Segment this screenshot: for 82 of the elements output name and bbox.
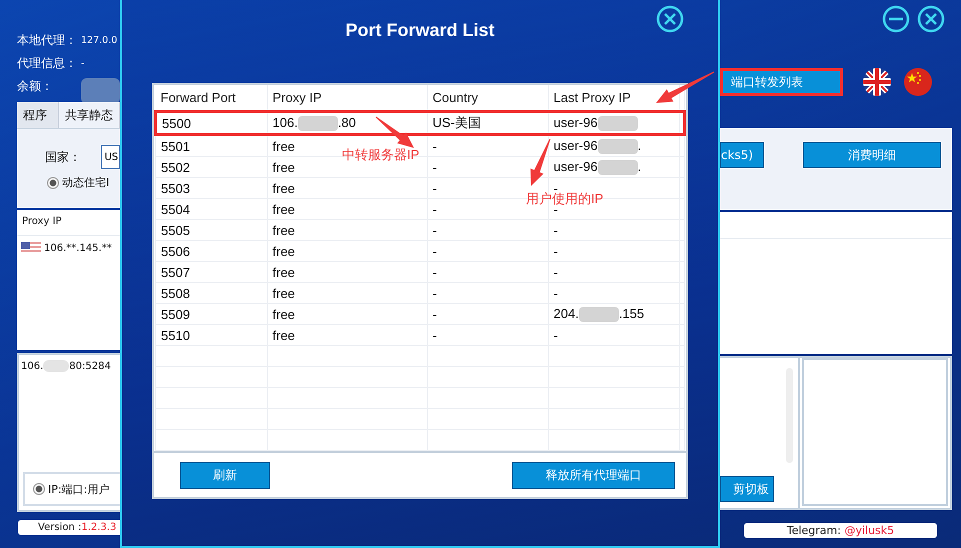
cell-text: 204. — [554, 306, 579, 321]
table-cell: free — [267, 282, 427, 304]
version-label: Version : — [38, 522, 82, 533]
radio-label: IP:端口:用户 — [48, 482, 110, 496]
cell-text: .80 — [338, 114, 356, 130]
country-label: 国家： — [45, 148, 82, 166]
uk-flag-icon[interactable] — [863, 68, 891, 96]
cell-text: 80:5284 — [69, 360, 111, 372]
cell-text: user-96 — [554, 114, 598, 130]
table-cell: - — [548, 324, 679, 346]
column-header: Country — [427, 85, 548, 112]
refresh-button[interactable]: 刷新 — [180, 462, 270, 488]
proxy-ip-text: 106.**.145.** — [44, 242, 112, 254]
table-cell: - — [427, 304, 548, 324]
tab[interactable]: 共享静态 — [59, 102, 120, 128]
table-cell: 5508 — [156, 282, 267, 304]
info-label: 余额： — [17, 78, 54, 95]
blur-patch — [598, 139, 638, 154]
cell-text: . — [638, 138, 642, 153]
close-icon[interactable] — [656, 5, 684, 33]
telegram-handle[interactable]: @yilusk5 — [844, 524, 894, 537]
cell-text: .155 — [618, 306, 644, 321]
dialog-title: Port Forward List — [345, 19, 494, 42]
table-cell: - — [548, 282, 679, 304]
table-cell: 5510 — [156, 324, 267, 346]
arrow — [530, 138, 550, 186]
table-cell: - — [548, 262, 679, 282]
table-cell: - — [427, 324, 548, 346]
radio-button[interactable] — [33, 483, 45, 495]
table-cell: free — [267, 198, 427, 220]
tab[interactable]: 程序 — [17, 102, 59, 128]
cell-text: . — [638, 158, 642, 174]
table-cell: - — [548, 240, 679, 262]
table-cell: 5503 — [156, 178, 267, 198]
table-cell: - — [427, 220, 548, 240]
version-number: 1.2.3.3 — [81, 522, 116, 533]
minimize-icon — [882, 5, 910, 33]
table-cell: - — [427, 240, 548, 262]
table-cell: free — [267, 178, 427, 198]
table-cell: 5501 — [156, 134, 267, 156]
table-cell: 5509 — [156, 304, 267, 324]
column-header: Proxy IP — [267, 85, 427, 112]
blur-patch — [598, 160, 638, 176]
cell-text: 106. — [21, 360, 44, 372]
table-cell: - — [427, 282, 548, 304]
close-icon — [917, 5, 945, 33]
table-cell: 5506 — [156, 240, 267, 262]
cell-text: user-96 — [554, 158, 598, 174]
cell-text: 106. — [272, 114, 298, 130]
blur-patch — [298, 116, 338, 132]
radio-button[interactable] — [47, 176, 59, 188]
table-cell: free — [267, 220, 427, 240]
arrow — [656, 72, 714, 103]
socks-button[interactable]: cks5) — [720, 142, 764, 168]
consumption-button[interactable]: 消费明细 — [803, 142, 941, 168]
country-select[interactable]: US — [101, 145, 120, 169]
blur-patch — [43, 360, 70, 372]
telegram-label: Telegram: — [786, 524, 842, 537]
china-flag-icon[interactable] — [904, 68, 932, 96]
table-cell: free — [267, 304, 427, 324]
info-label: 本地代理： — [17, 32, 78, 49]
table-cell: free — [267, 262, 427, 282]
blur-patch — [578, 307, 619, 322]
column-header: Forward Port — [156, 85, 267, 112]
annotation-text: 用户使用的IP — [526, 190, 604, 208]
table-cell: 5502 — [156, 156, 267, 178]
us-flag-icon — [21, 242, 41, 254]
table-cell: 5507 — [156, 262, 267, 282]
info-value: 127.0.0 — [81, 35, 118, 46]
info-value: - — [81, 58, 84, 69]
port-forward-button[interactable]: 端口转发列表 — [720, 68, 843, 96]
table-cell: 5505 — [156, 220, 267, 240]
table-cell: - — [548, 220, 679, 240]
table-cell: free — [267, 240, 427, 262]
radio-label: 动态住宅I — [62, 175, 110, 190]
table-cell: 5504 — [156, 198, 267, 220]
table-cell: - — [427, 262, 548, 282]
release-button[interactable]: 释放所有代理端口 — [512, 462, 675, 488]
table-cell: free — [267, 324, 427, 346]
info-label: 代理信息： — [17, 55, 78, 72]
clipboard-button[interactable]: 剪切板 — [720, 476, 774, 502]
cell-text: user-96 — [554, 138, 598, 153]
